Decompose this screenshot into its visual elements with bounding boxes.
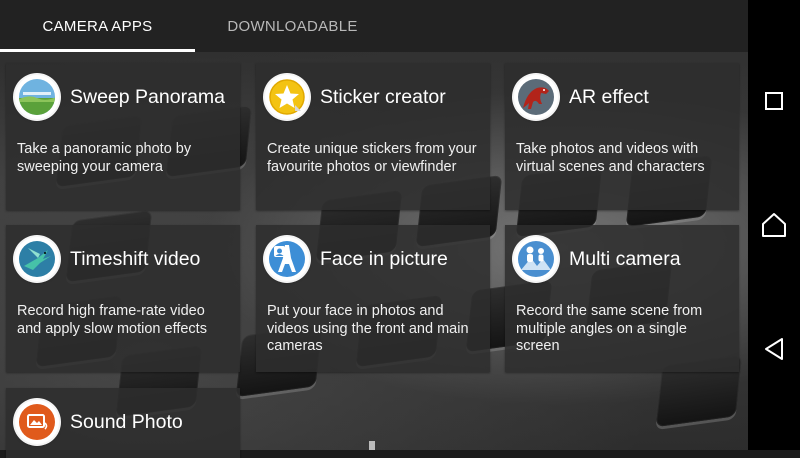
app-title: Sticker creator [320, 85, 446, 108]
app-description: Take a panoramic photo by sweeping your … [17, 141, 192, 175]
app-title: Multi camera [569, 247, 681, 270]
face-eiffel-icon [265, 237, 309, 281]
app-description: Create unique stickers from your favouri… [267, 141, 477, 175]
app-title: AR effect [569, 85, 649, 108]
app-title: Timeshift video [70, 247, 201, 270]
app-description: Record the same scene from multiple angl… [516, 303, 703, 354]
app-card-sound-photo[interactable]: Sound Photo [6, 388, 240, 458]
hummingbird-icon [15, 237, 59, 281]
sound-photo-icon [15, 400, 59, 444]
tab-camera-apps[interactable]: CAMERA APPS [0, 0, 195, 52]
app-card-ar-effect[interactable]: AR effect Take photos and videos with vi… [505, 63, 739, 210]
app-title: Sweep Panorama [70, 85, 226, 108]
app-card-timeshift-video[interactable]: Timeshift video Record high frame-rate v… [6, 225, 240, 372]
app-title: Face in picture [320, 247, 448, 270]
app-card-sweep-panorama[interactable]: Sweep Panorama Take a panoramic photo by… [6, 63, 240, 210]
dinosaur-icon [514, 75, 558, 119]
app-description: Record high frame-rate video and apply s… [17, 303, 207, 337]
app-description: Put your face in photos and videos using… [267, 303, 469, 354]
app-card-face-in-picture[interactable]: Face in picture Put your face in photos … [256, 225, 490, 372]
active-tab-indicator [0, 49, 195, 52]
panorama-icon [15, 75, 59, 119]
app-description: Take photos and videos with virtual scen… [516, 141, 705, 175]
tab-bar: CAMERA APPS DOWNLOADABLE [0, 0, 748, 52]
back-button[interactable] [760, 335, 788, 363]
scroll-indicator [369, 441, 375, 450]
recents-button[interactable] [760, 87, 788, 115]
tab-downloadable[interactable]: DOWNLOADABLE [195, 0, 390, 52]
star-sticker-icon [265, 75, 309, 119]
home-button[interactable] [760, 211, 788, 239]
multi-camera-icon [514, 237, 558, 281]
navigation-bar [748, 0, 800, 450]
app-card-sticker-creator[interactable]: Sticker creator Create unique stickers f… [256, 63, 490, 210]
app-title: Sound Photo [70, 410, 183, 433]
app-card-multi-camera[interactable]: Multi camera Record the same scene from … [505, 225, 739, 372]
